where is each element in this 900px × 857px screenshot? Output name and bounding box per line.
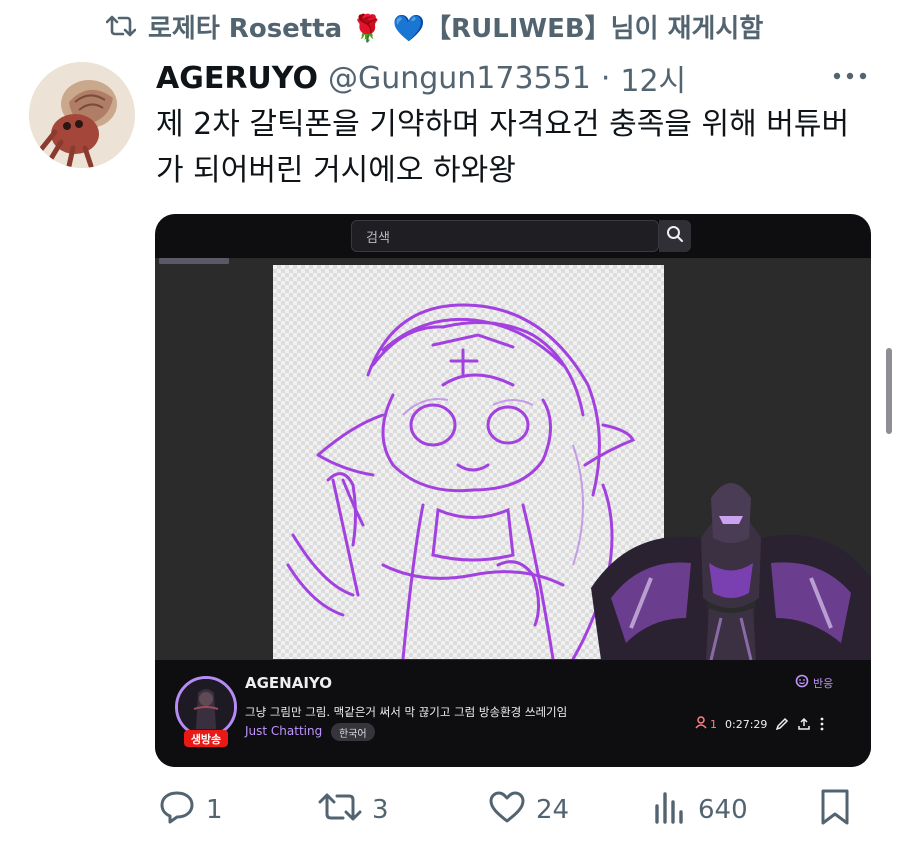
file-tab bbox=[159, 258, 229, 264]
scrollbar[interactable] bbox=[886, 348, 892, 434]
repost-icon bbox=[318, 790, 362, 831]
share-icon[interactable] bbox=[797, 717, 811, 731]
react-icon bbox=[795, 674, 809, 691]
more-dots-icon[interactable] bbox=[828, 62, 872, 90]
kebab-menu-icon[interactable] bbox=[819, 717, 825, 731]
search-icon bbox=[666, 225, 684, 247]
language-tag[interactable]: 한국어 bbox=[331, 723, 375, 741]
reply-count: 1 bbox=[206, 795, 223, 825]
repost-attribution[interactable]: 로제타 Rosetta 🌹 💙【RULIWEB】님이 재게시함 bbox=[106, 8, 763, 44]
heart-icon bbox=[488, 790, 526, 831]
stream-stats: 1 0:27:29 bbox=[695, 716, 825, 732]
channel-avatar[interactable] bbox=[175, 676, 237, 738]
stream-category[interactable]: Just Chatting bbox=[245, 724, 322, 738]
view-count: 640 bbox=[698, 795, 748, 825]
tweet-header: AGERUYO @Gungun173551 · 12시 bbox=[156, 56, 686, 100]
pencil-icon[interactable] bbox=[775, 717, 789, 731]
repost-icon bbox=[106, 13, 136, 39]
views-bar-chart-icon bbox=[652, 790, 688, 831]
stream-info-bar: 생방송 AGENAIYO 그냥 그림만 그림. 맥같은거 써서 막 끊기고 그럼… bbox=[155, 660, 871, 767]
separator-dot: · bbox=[600, 60, 611, 96]
viewer-count: 1 bbox=[695, 716, 717, 732]
react-label: 반응 bbox=[813, 676, 834, 690]
repost-text: 로제타 Rosetta 🌹 💙【RULIWEB】님이 재게시함 bbox=[148, 13, 764, 44]
tweet-text: 제 2차 갈틱폰을 기약하며 자격요건 충족을 위해 버튜버가 되어버린 거시에… bbox=[156, 107, 850, 188]
reply-icon bbox=[158, 789, 196, 832]
like-button[interactable]: 24 bbox=[488, 780, 569, 840]
react-button[interactable]: 반응 bbox=[795, 674, 833, 691]
stream-title: 그냥 그림만 그림. 맥같은거 써서 막 끊기고 그럼 방송환경 쓰레기임 bbox=[245, 705, 568, 719]
views-button[interactable]: 640 bbox=[652, 780, 748, 840]
channel-name[interactable]: AGENAIYO bbox=[245, 674, 332, 692]
timestamp[interactable]: 12시 bbox=[620, 56, 686, 100]
user-handle[interactable]: @Gungun173551 bbox=[328, 61, 591, 96]
viewer-icon bbox=[695, 716, 707, 732]
repost-button[interactable]: 3 bbox=[318, 780, 389, 840]
vtuber-avatar bbox=[591, 468, 871, 661]
live-badge: 생방송 bbox=[184, 730, 228, 747]
reply-button[interactable]: 1 bbox=[158, 780, 223, 840]
bookmark-icon bbox=[818, 788, 852, 833]
bookmark-button[interactable] bbox=[818, 780, 852, 840]
display-name[interactable]: AGERUYO bbox=[156, 61, 318, 96]
viewer-count-value: 1 bbox=[710, 717, 717, 731]
search-button[interactable] bbox=[659, 220, 691, 252]
media-screenshot[interactable]: 검색 생방송 AGENAIYO 그냥 그림만 그림. 맥같은거 써서 막 끊기고… bbox=[155, 214, 871, 767]
uptime: 0:27:29 bbox=[725, 717, 768, 731]
search-placeholder: 검색 bbox=[366, 230, 390, 246]
repost-count: 3 bbox=[372, 795, 389, 825]
like-count: 24 bbox=[536, 795, 570, 825]
search-input[interactable]: 검색 bbox=[351, 220, 659, 252]
tweet-actions: 1 3 24 640 bbox=[0, 780, 900, 840]
author-avatar[interactable] bbox=[29, 62, 135, 168]
